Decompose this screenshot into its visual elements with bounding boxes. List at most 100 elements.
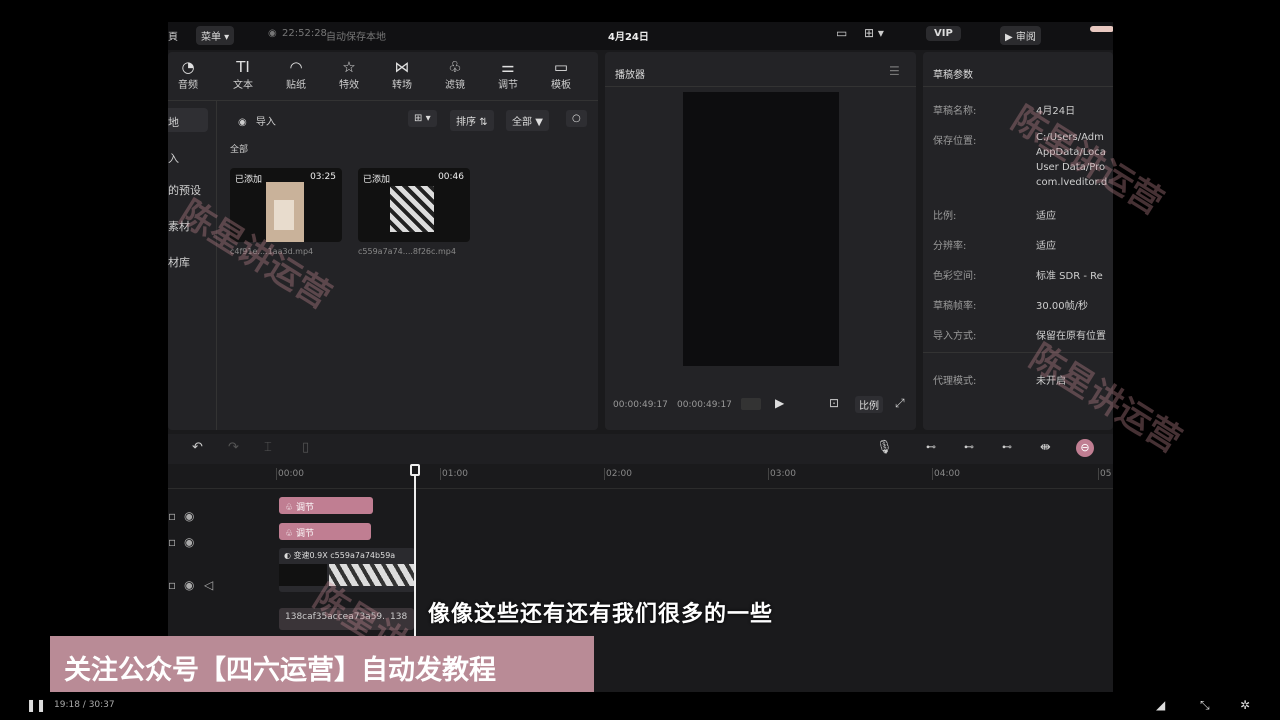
title-bar: 頁 菜单 ▾ ◉ 22:52:28 自动保存本地 4月24日 ▭ ⊞ ▾ VIP…: [168, 22, 1113, 50]
sticker-icon: ◠: [289, 58, 303, 76]
autosave-icon: ◉: [268, 28, 277, 39]
tool-audio[interactable]: ◔ 音频: [170, 58, 206, 91]
total-time: 00:00:49:17: [677, 400, 732, 410]
property-value: 标准 SDR - Re: [1036, 271, 1103, 282]
filter-icon: ▼: [535, 117, 543, 128]
clip-icon: ♧: [285, 529, 294, 539]
ruler-tick: [768, 468, 769, 480]
adjust-clip[interactable]: ♧ 调节: [279, 523, 371, 540]
clip-icon: ♧: [285, 503, 294, 513]
timecode-toggle[interactable]: [741, 398, 761, 410]
media-thumbnail-1[interactable]: 已添加 03:25: [230, 168, 342, 242]
track-audio-icon[interactable]: ◁: [204, 578, 213, 592]
import-button[interactable]: ◉ 导入: [238, 113, 276, 128]
review-button[interactable]: ▶ 审阅: [1000, 26, 1041, 45]
property-value: com.lveditor.d: [1036, 177, 1108, 188]
property-value: 适应: [1036, 211, 1056, 222]
adjust-icon: ⚌: [501, 58, 515, 76]
text-clip[interactable]: 138: [386, 608, 414, 630]
export-button[interactable]: [1090, 26, 1113, 32]
search-button[interactable]: ○: [566, 110, 587, 127]
tool-text[interactable]: TI 文本: [225, 58, 261, 91]
center-icon[interactable]: ⇼: [1040, 440, 1051, 455]
tool-template[interactable]: ▭ 模板: [543, 58, 579, 91]
split-icon[interactable]: ⌶: [264, 440, 272, 455]
menu-button[interactable]: 菜单 ▾: [196, 26, 235, 45]
media-sidebar: 地 入 的预设 素材 材库: [168, 108, 216, 428]
undo-icon[interactable]: ↶: [192, 440, 203, 455]
ruler-tick-label: 01:00: [442, 469, 468, 479]
player-title: 播放器: [615, 70, 645, 81]
volume-icon[interactable]: ◢: [1156, 698, 1165, 712]
video-clip[interactable]: ◐ 变速0.9X c559a7a74b59a: [279, 548, 415, 592]
pause-icon[interactable]: ❚❚: [26, 698, 46, 712]
media-thumbnail-2[interactable]: 已添加 00:46: [358, 168, 470, 242]
track-visibility-icon[interactable]: ◉: [184, 535, 194, 549]
text-icon: TI: [236, 58, 250, 76]
shortcut-icon[interactable]: ⊞ ▾: [864, 26, 884, 40]
fullscreen-preview-icon[interactable]: ⊡: [829, 396, 839, 410]
ruler-tick: [932, 468, 933, 480]
tool-adjust[interactable]: ⚌ 调节: [490, 58, 526, 91]
tool-label: 模板: [551, 80, 571, 91]
import-label: 导入: [255, 117, 276, 128]
media-panel: ◔ 音频 TI 文本 ◠ 贴纸 ☆ 特效 ⋈ 转场 ♧ 滤镜 ⚌ 调节 ▭ 模板 地 入 的预设 素材 材库 …: [168, 52, 598, 430]
properties-title: 草稿参数: [933, 70, 973, 81]
track-lock-icon[interactable]: ▫: [168, 509, 176, 523]
autosave-status: 自动保存本地: [326, 32, 386, 43]
track-visibility-icon[interactable]: ◉: [184, 509, 194, 523]
zoom-icon[interactable]: ⊖: [1076, 439, 1094, 457]
playhead-handle[interactable]: [410, 464, 420, 476]
property-value: User Data/Pro: [1036, 162, 1106, 173]
track-lock-icon[interactable]: ▫: [168, 535, 176, 549]
sort-button[interactable]: 排序 ⇅: [450, 110, 494, 131]
ruler-tick-label: 02:00: [606, 469, 632, 479]
import-icon: ◉: [238, 117, 247, 128]
settings-icon[interactable]: ✲: [1240, 698, 1250, 712]
sidebar-item-library[interactable]: 材库: [168, 254, 190, 270]
track-lock-icon[interactable]: ▫: [168, 578, 176, 592]
menu-icon[interactable]: ☰: [889, 64, 900, 78]
vip-button[interactable]: VIP: [926, 26, 961, 41]
layout-icon[interactable]: ▭: [836, 26, 847, 40]
delete-icon[interactable]: ▯: [302, 440, 309, 455]
fullscreen-icon[interactable]: ⤢: [895, 396, 905, 411]
view-toggle[interactable]: ⊞ ▾: [408, 110, 437, 127]
clip-label: 调节: [295, 529, 314, 539]
property-label: 草稿名称:: [933, 106, 977, 117]
track-visibility-icon[interactable]: ◉: [184, 578, 194, 592]
widescreen-icon[interactable]: ⤡: [1200, 698, 1210, 713]
sidebar-item-presets[interactable]: 的预设: [168, 182, 201, 198]
adjust-clip[interactable]: ♧ 调节: [279, 497, 373, 514]
filter-button[interactable]: 全部 ▼: [506, 110, 549, 131]
video-editor-window: 頁 菜单 ▾ ◉ 22:52:28 自动保存本地 4月24日 ▭ ⊞ ▾ VIP…: [168, 22, 1113, 692]
sidebar-item-local[interactable]: 地: [168, 114, 179, 130]
media-filename: c4f91e....1aa3d.mp4: [230, 247, 314, 256]
play-icon[interactable]: ▶: [775, 396, 784, 410]
sidebar-item-material[interactable]: 素材: [168, 218, 190, 234]
tool-label: 转场: [392, 80, 412, 91]
video-preview[interactable]: [683, 92, 839, 366]
project-title: 4月24日: [608, 32, 649, 43]
clip-frame: [279, 564, 327, 586]
ruler-tick: [1098, 468, 1099, 480]
property-label: 比例:: [933, 211, 957, 222]
clip-name: 138: [390, 612, 408, 622]
ratio-button[interactable]: 比例: [855, 396, 883, 413]
player-panel: 播放器 ☰ 00:00:49:17 00:00:49:17 ▶ ⊡ 比例 ⤢: [605, 52, 916, 430]
preview-axis-icon[interactable]: ⊷: [1002, 442, 1012, 453]
tool-filter[interactable]: ♧ 滤镜: [437, 58, 473, 91]
audio-icon: ◔: [181, 58, 195, 76]
clip-duration: 03:25: [310, 172, 336, 182]
tool-effects[interactable]: ☆ 特效: [331, 58, 367, 91]
link-icon[interactable]: ⊷: [926, 442, 936, 453]
divider: [216, 100, 217, 430]
redo-icon[interactable]: ↷: [228, 440, 239, 455]
tool-sticker[interactable]: ◠ 贴纸: [278, 58, 314, 91]
property-label: 色彩空间:: [933, 271, 977, 282]
filter-label: 全部: [512, 117, 532, 128]
tool-transition[interactable]: ⋈ 转场: [384, 58, 420, 91]
microphone-icon[interactable]: 🎙: [876, 440, 893, 455]
magnet-icon[interactable]: ⊷: [964, 442, 974, 453]
sidebar-item-import[interactable]: 入: [168, 150, 179, 166]
